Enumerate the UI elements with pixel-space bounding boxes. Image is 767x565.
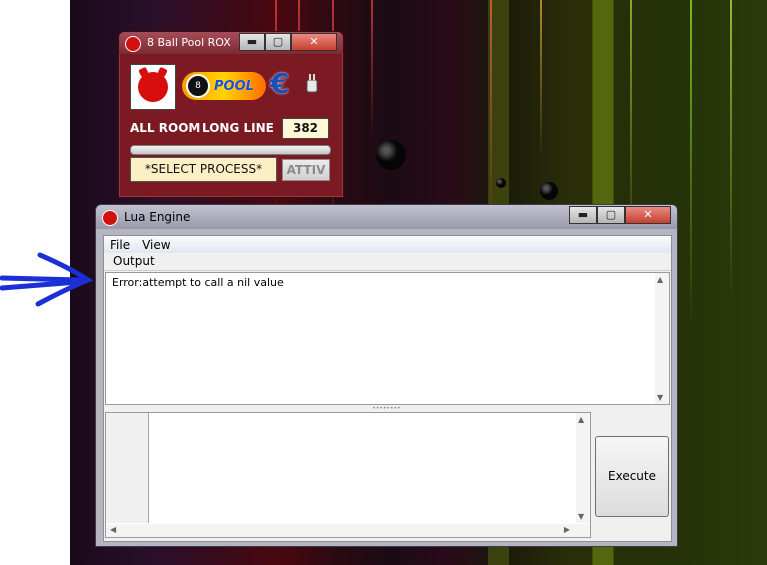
- execute-button[interactable]: Execute: [595, 436, 669, 517]
- rox-titlebar[interactable]: 8 Ball Pool ROX ▬ ▢ ✕: [119, 32, 343, 54]
- scroll-up-icon[interactable]: ▲: [578, 415, 584, 424]
- scroll-up-icon[interactable]: ▲: [657, 275, 663, 284]
- decorative-ball: [496, 178, 506, 188]
- long-line-slider[interactable]: [130, 145, 331, 155]
- minimize-button[interactable]: ▬: [239, 33, 265, 51]
- menu-view[interactable]: View: [136, 238, 176, 252]
- activate-button[interactable]: ATTIV: [282, 159, 330, 181]
- hand-icon[interactable]: [305, 72, 319, 94]
- light-stripe: [371, 0, 373, 140]
- devil-logo-icon: [130, 64, 176, 110]
- line-number-gutter: [106, 413, 149, 523]
- decorative-ball: [540, 182, 558, 200]
- scroll-down-icon[interactable]: ▼: [657, 393, 663, 402]
- pool-logo-text: POOL: [214, 78, 254, 94]
- eight-ball-icon: 8: [186, 74, 210, 98]
- scroll-right-icon[interactable]: ▶: [564, 525, 570, 534]
- output-scrollbar[interactable]: ▲ ▼: [655, 273, 669, 404]
- light-stripe: [730, 0, 732, 300]
- decorative-ball: [376, 140, 406, 170]
- devil-app-icon: [125, 36, 141, 52]
- lua-engine-window: Lua Engine ▬ ▢ ✕ File View Output Error:…: [95, 204, 678, 547]
- light-stripe: [690, 0, 692, 330]
- long-line-value-field[interactable]: 382: [282, 118, 329, 139]
- light-stripe: [540, 0, 542, 160]
- devil-app-icon: [102, 210, 118, 226]
- lua-window-title: Lua Engine: [124, 210, 191, 224]
- scroll-down-icon[interactable]: ▼: [578, 512, 584, 521]
- editor-horizontal-scrollbar[interactable]: ◀ ▶: [106, 524, 590, 537]
- pool-logo: 8 POOL: [182, 72, 266, 100]
- menu-bar: File View: [104, 236, 671, 253]
- pane-splitter[interactable]: ••••••••: [105, 406, 668, 412]
- script-editor[interactable]: ▲ ▼ ◀ ▶: [105, 412, 591, 538]
- rox-window-title: 8 Ball Pool ROX: [147, 36, 231, 49]
- lua-client-area: File View Output Error:attempt to call a…: [103, 235, 672, 542]
- light-stripe: [490, 0, 492, 230]
- maximize-button[interactable]: ▢: [265, 33, 291, 51]
- lua-titlebar[interactable]: Lua Engine ▬ ▢ ✕: [96, 205, 677, 229]
- close-button[interactable]: ✕: [291, 33, 337, 51]
- all-room-label: ALL ROOM: [130, 121, 201, 135]
- scroll-left-icon[interactable]: ◀: [110, 525, 116, 534]
- output-header: Output: [104, 253, 671, 271]
- menu-file[interactable]: File: [104, 238, 136, 252]
- editor-scrollbar[interactable]: ▲ ▼: [576, 413, 590, 523]
- select-process-button[interactable]: *SELECT PROCESS*: [130, 157, 277, 182]
- output-pane: Error:attempt to call a nil value ▲ ▼: [105, 272, 670, 405]
- output-text: Error:attempt to call a nil value: [112, 276, 284, 289]
- maximize-button[interactable]: ▢: [597, 206, 625, 224]
- e-logo-icon: €: [270, 67, 290, 100]
- minimize-button[interactable]: ▬: [569, 206, 597, 224]
- rox-window: 8 Ball Pool ROX ▬ ▢ ✕ 8 POOL € ALL ROOM …: [118, 31, 344, 198]
- close-button[interactable]: ✕: [625, 206, 671, 224]
- annotation-arrow-icon: [0, 252, 94, 307]
- long-line-label: LONG LINE: [202, 121, 274, 135]
